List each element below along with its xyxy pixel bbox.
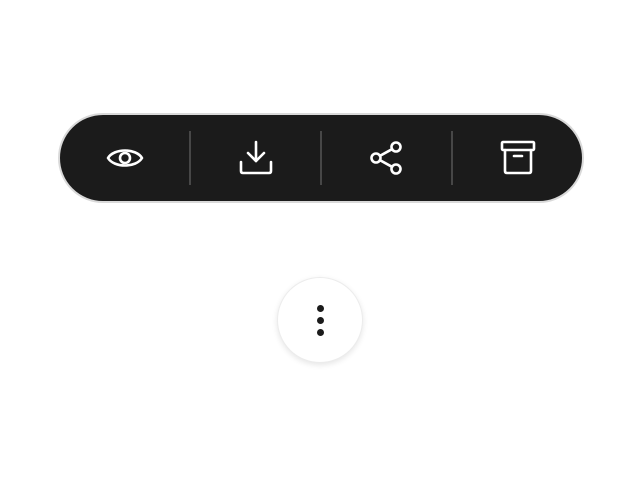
- view-button[interactable]: [60, 115, 189, 201]
- share-icon: [369, 141, 402, 175]
- archive-button[interactable]: [453, 115, 582, 201]
- stage: [0, 0, 640, 479]
- more-vertical-icon: [316, 302, 324, 338]
- download-icon: [239, 140, 272, 175]
- share-button[interactable]: [322, 115, 451, 201]
- eye-icon: [106, 149, 143, 167]
- more-options-button[interactable]: [277, 277, 363, 363]
- archive-icon: [500, 140, 535, 175]
- action-toolbar: [58, 113, 584, 203]
- download-button[interactable]: [191, 115, 320, 201]
